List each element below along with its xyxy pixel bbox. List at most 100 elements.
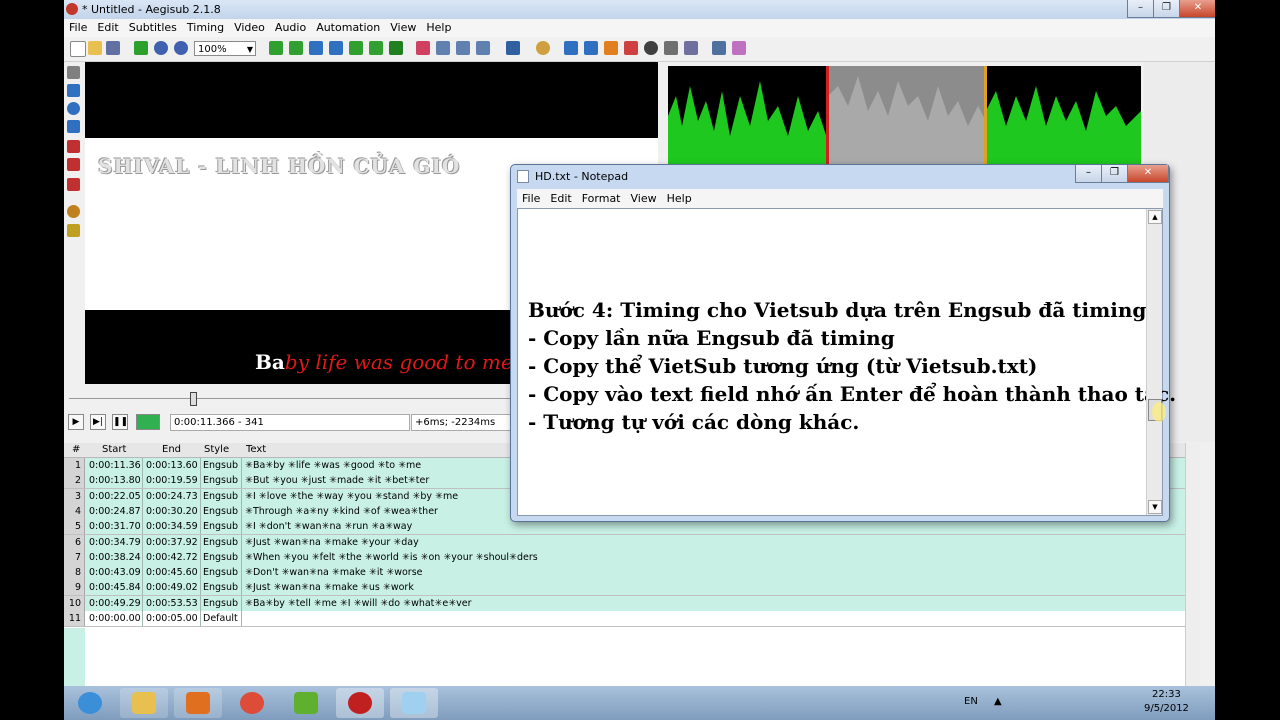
taskbar-media-player[interactable] — [174, 688, 222, 718]
vector-clip-icon[interactable] — [67, 178, 80, 191]
seek-thumb[interactable] — [190, 392, 197, 406]
system-clock[interactable]: 22:33 9/5/2012 — [1144, 688, 1189, 716]
properties-icon[interactable] — [436, 41, 450, 55]
notepad-menu-help[interactable]: Help — [662, 189, 697, 208]
shift-icon[interactable] — [369, 41, 383, 55]
realtime-icon[interactable] — [67, 205, 80, 218]
play-button[interactable]: ▶ — [68, 414, 84, 430]
scale-icon[interactable] — [67, 140, 80, 153]
clock-icon[interactable] — [644, 41, 658, 55]
notepad-close-button[interactable]: ✕ — [1127, 165, 1169, 183]
zoom-in-icon[interactable] — [154, 41, 168, 55]
options-icon[interactable] — [712, 41, 726, 55]
table-row[interactable]: 10 0:00:49.29 0:00:53.53 Engsub ✳Ba✳by ✳tell… — [64, 595, 1198, 612]
table-row[interactable]: 7 0:00:38.24 0:00:42.72 Engsub ✳When ✳you ✳f… — [64, 549, 1198, 566]
zoom-out-icon[interactable] — [174, 41, 188, 55]
notepad-icon — [517, 170, 529, 183]
assistant-icon[interactable] — [684, 41, 698, 55]
close-button[interactable]: ✕ — [1179, 0, 1215, 18]
notepad-title: HD.txt - Notepad — [535, 170, 629, 183]
taskbar-explorer[interactable] — [120, 688, 168, 718]
table-row[interactable]: 8 0:00:43.09 0:00:45.60 Engsub ✳Don't ✳wan✳n… — [64, 565, 1198, 582]
scroll-up-icon[interactable]: ▲ — [1148, 210, 1162, 224]
menu-help[interactable]: Help — [421, 19, 456, 36]
timing-postprocessor-icon[interactable] — [564, 41, 578, 55]
taskbar-chrome[interactable] — [228, 688, 276, 718]
menu-file[interactable]: File — [64, 19, 92, 36]
video-time-display[interactable]: 0:00:11.366 - 341 — [170, 414, 410, 431]
row-style: Default — [203, 613, 238, 624]
notepad-scrollbar[interactable]: ▲ ▼ — [1146, 209, 1162, 515]
find-icon[interactable] — [624, 41, 638, 55]
notepad-minimize-button[interactable]: – — [1075, 165, 1102, 183]
save-file-icon[interactable] — [106, 41, 120, 55]
menu-edit[interactable]: Edit — [92, 19, 123, 36]
notepad-menu-file[interactable]: File — [517, 189, 545, 208]
table-row[interactable]: 11 0:00:00.00 0:00:05.00 Default — [64, 611, 1198, 627]
jump-to-icon[interactable] — [134, 41, 148, 55]
tag-toggle-icon[interactable] — [732, 41, 746, 55]
notepad-menu-format[interactable]: Format — [577, 189, 626, 208]
translation-assistant-icon[interactable] — [604, 41, 618, 55]
minimize-button[interactable]: – — [1127, 0, 1154, 18]
drag-tool-icon[interactable] — [67, 84, 80, 97]
clip-icon[interactable] — [67, 158, 80, 171]
standard-tool-icon[interactable] — [67, 66, 80, 79]
new-file-icon[interactable] — [70, 41, 86, 57]
row-style: Engsub — [203, 521, 239, 533]
attachments-icon[interactable] — [456, 41, 470, 55]
notepad-menu-view[interactable]: View — [626, 189, 662, 208]
menu-subtitles[interactable]: Subtitles — [124, 19, 182, 36]
taskbar-aegisub[interactable] — [336, 688, 384, 718]
col-start: Start — [102, 444, 127, 455]
play-line-button[interactable]: ▶| — [90, 414, 106, 430]
resample-icon[interactable] — [536, 41, 550, 55]
taskbar-app[interactable] — [282, 688, 330, 718]
row-end: 0:00:42.72 — [146, 551, 198, 563]
menu-timing[interactable]: Timing — [182, 19, 229, 36]
row-number: 4 — [64, 503, 85, 519]
row-text: ✳Don't ✳wan✳na ✳make ✳it ✳worse — [245, 567, 423, 579]
clock-date: 9/5/2012 — [1144, 703, 1189, 714]
snap-end-icon[interactable] — [289, 41, 303, 55]
start-button[interactable] — [66, 688, 114, 718]
table-row[interactable]: 6 0:00:34.79 0:00:37.92 Engsub ✳Just ✳wan✳na… — [64, 534, 1198, 551]
table-row[interactable]: 9 0:00:45.84 0:00:49.02 Engsub ✳Just ✳wan✳na… — [64, 580, 1198, 597]
notepad-text-area[interactable]: Bước 4: Timing cho Vietsub dựa trên Engs… — [517, 208, 1176, 516]
spellcheck-icon[interactable] — [664, 41, 678, 55]
auto-scroll-toggle[interactable] — [136, 414, 160, 430]
automation-icon[interactable] — [506, 41, 520, 55]
language-indicator[interactable]: EN — [964, 696, 978, 707]
snap-scene-icon[interactable] — [349, 41, 363, 55]
select-visible-icon[interactable] — [309, 41, 323, 55]
select-time-icon[interactable] — [329, 41, 343, 55]
notepad-line: - Copy lần nữa Engsub đã timing — [528, 326, 895, 350]
notepad-menu-edit[interactable]: Edit — [545, 189, 576, 208]
show-hidden-icons[interactable]: ▲ — [994, 696, 1002, 707]
maximize-button[interactable]: ❐ — [1153, 0, 1180, 18]
grid-scrollbar[interactable] — [1185, 443, 1200, 686]
row-end: 0:00:13.60 — [146, 460, 198, 471]
open-file-icon[interactable] — [88, 41, 102, 55]
notepad-maximize-button[interactable]: ❐ — [1101, 165, 1128, 183]
zoom-select[interactable]: 100% ▼ — [194, 41, 256, 56]
keyframe-icon[interactable] — [389, 41, 403, 55]
pause-button[interactable]: ❚❚ — [112, 414, 128, 430]
rotate-xy-icon[interactable] — [67, 120, 80, 133]
help-icon[interactable] — [67, 224, 80, 237]
rotate-z-icon[interactable] — [67, 102, 80, 115]
styles-manager-icon[interactable] — [416, 41, 430, 55]
scroll-down-icon[interactable]: ▼ — [1148, 500, 1162, 514]
media-player-icon — [186, 692, 210, 714]
taskbar-notepad[interactable] — [390, 688, 438, 718]
menu-view[interactable]: View — [385, 19, 421, 36]
fonts-collector-icon[interactable] — [476, 41, 490, 55]
row-start: 0:00:43.09 — [89, 567, 141, 579]
row-text: ✳Ba✳by ✳life ✳was ✳good ✳to ✳me — [245, 460, 422, 471]
menu-audio[interactable]: Audio — [270, 19, 311, 36]
snap-start-icon[interactable] — [269, 41, 283, 55]
kanji-timer-icon[interactable] — [584, 41, 598, 55]
row-style: Engsub — [203, 505, 239, 517]
menu-video[interactable]: Video — [229, 19, 270, 36]
menu-automation[interactable]: Automation — [311, 19, 385, 36]
